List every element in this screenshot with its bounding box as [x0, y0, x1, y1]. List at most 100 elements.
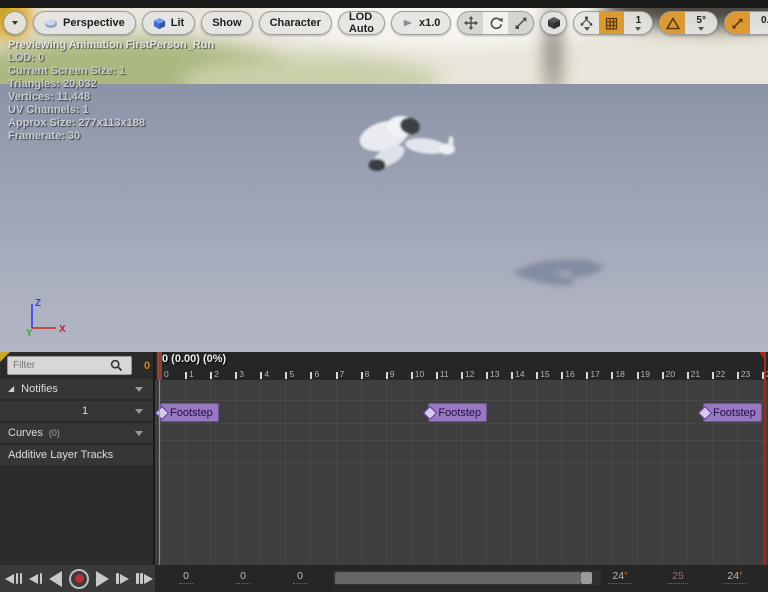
- chevron-down-icon[interactable]: [135, 387, 143, 392]
- modified-asterisk: *: [739, 570, 743, 580]
- ruler-tick: [436, 372, 438, 379]
- grid-line: [586, 380, 587, 565]
- step-forward-icon: [120, 574, 129, 584]
- perspective-button[interactable]: Perspective: [33, 11, 136, 35]
- ruler-tick-label: 22: [716, 369, 725, 379]
- step-backward-icon: [29, 574, 38, 584]
- playback-range-end-field[interactable]: 24*: [608, 570, 631, 584]
- ruler-tick: [611, 372, 613, 379]
- panel-corner-marker: [0, 8, 10, 18]
- additive-layer-tracks-header[interactable]: Additive Layer Tracks: [0, 445, 153, 465]
- rotation-snap-toggle[interactable]: [660, 12, 685, 34]
- notifies-label: Notifies: [21, 383, 58, 395]
- notify-footstep[interactable]: Footstep: [428, 403, 487, 422]
- lod-label: LOD Auto: [349, 11, 374, 35]
- surface-snap-button[interactable]: [574, 12, 599, 34]
- lod-auto-button[interactable]: LOD Auto: [338, 11, 385, 35]
- rotate-tool-button[interactable]: [483, 12, 508, 34]
- notifies-track-header[interactable]: ◢ Notifies: [0, 379, 153, 399]
- grid-icon: [605, 17, 618, 30]
- ruler-tick: [687, 372, 689, 379]
- chevron-down-icon[interactable]: [135, 431, 143, 436]
- grid-line: [762, 380, 763, 565]
- notify-label: Footstep: [170, 407, 213, 419]
- record-button[interactable]: [69, 569, 89, 589]
- step-backward-button[interactable]: [29, 573, 42, 584]
- notify-footstep[interactable]: Footstep: [160, 403, 219, 422]
- axis-gizmo: Z X Y: [18, 294, 66, 342]
- ruler-tick: [411, 372, 413, 379]
- grid-line: [411, 380, 412, 565]
- ruler-tick-label: 14: [515, 369, 524, 379]
- step-forward-button[interactable]: [116, 573, 129, 584]
- timeline-ruler[interactable]: 0 (0.00) (0%) 01234567891011121314151617…: [155, 352, 768, 380]
- grid-snap-value-button[interactable]: 1: [624, 12, 652, 34]
- playhead-line[interactable]: [159, 380, 160, 565]
- ruler-tick-label: 20: [666, 369, 675, 379]
- skip-to-start-icon: [5, 574, 14, 584]
- ruler-tick-label: 18: [615, 369, 624, 379]
- scale-snap-toggle[interactable]: [725, 12, 750, 34]
- grid-line: [310, 380, 311, 565]
- 3d-viewport[interactable]: Perspective Lit Show Character LOD Auto: [0, 8, 768, 352]
- ruler-tick: [637, 372, 639, 379]
- curves-track-header[interactable]: Curves (0): [0, 423, 153, 443]
- scrollbar-thumb[interactable]: [335, 572, 581, 584]
- playback-transport-bar: 0 0 0 24* 25 24*: [0, 565, 768, 592]
- expander-icon[interactable]: ◢: [8, 384, 14, 393]
- ruler-tick-label: 23: [741, 369, 750, 379]
- ruler-tick: [737, 372, 739, 379]
- skip-to-start-button[interactable]: [5, 573, 22, 584]
- scale-snap-value-button[interactable]: 0.25: [750, 12, 768, 34]
- ruler-tick-label: 19: [641, 369, 650, 379]
- stat-line: Vertices: 11,448: [8, 91, 214, 104]
- perspective-icon: [44, 18, 58, 29]
- notify-track-1[interactable]: 1: [0, 401, 153, 421]
- current-time-field[interactable]: 0: [236, 570, 250, 584]
- grid-line: [235, 380, 236, 565]
- grid-snap-value: 1: [636, 15, 642, 26]
- ruler-tick: [536, 372, 538, 379]
- sequence-end-flag: [759, 352, 766, 361]
- show-menu-button[interactable]: Show: [201, 11, 252, 35]
- ruler-tick-label: 16: [565, 369, 574, 379]
- ruler-tick: [386, 372, 388, 379]
- axis-y-label: Y: [26, 328, 33, 339]
- ruler-tick: [486, 372, 488, 379]
- playback-speed-button[interactable]: x1.0: [391, 11, 451, 35]
- lit-mode-button[interactable]: Lit: [142, 11, 195, 35]
- total-frames-field[interactable]: 25: [668, 570, 688, 584]
- skip-to-end-button[interactable]: [136, 573, 153, 584]
- search-icon: [110, 359, 123, 372]
- character-menu-button[interactable]: Character: [259, 11, 332, 35]
- rotation-snap-value-button[interactable]: 5°: [685, 12, 717, 34]
- surface-snap-icon: [580, 16, 593, 26]
- preview-character-mesh: [346, 102, 468, 180]
- rotate-icon: [489, 16, 503, 30]
- translate-icon: [464, 16, 478, 30]
- chevron-down-icon[interactable]: [135, 409, 143, 414]
- play-forward-button[interactable]: [96, 571, 109, 587]
- ruler-tick: [310, 372, 312, 379]
- playhead-marker[interactable]: [157, 352, 162, 380]
- current-percent-field[interactable]: 0: [293, 570, 307, 584]
- scrollbar-end-cap[interactable]: [581, 572, 592, 584]
- lit-label: Lit: [171, 17, 184, 29]
- notify-footstep[interactable]: Footstep: [703, 403, 762, 422]
- chevron-down-icon: [698, 27, 704, 31]
- coordinate-system-button[interactable]: [541, 12, 566, 34]
- timeline-scrollbar[interactable]: [333, 570, 601, 585]
- timeline-area[interactable]: 0 (0.00) (0%) 01234567891011121314151617…: [155, 352, 768, 565]
- stat-line: Framerate: 30: [8, 130, 214, 143]
- ruler-tick-label: 8: [365, 369, 370, 379]
- grid-snap-toggle[interactable]: [599, 12, 624, 34]
- translate-tool-button[interactable]: [458, 12, 483, 34]
- current-frame-field[interactable]: 0: [179, 570, 193, 584]
- speed-icon: [402, 17, 414, 29]
- ruler-tick-label: 5: [289, 369, 294, 379]
- sequence-end-frame-field[interactable]: 24*: [723, 570, 746, 584]
- notify-label: Footstep: [713, 407, 756, 419]
- curves-count: (0): [49, 428, 60, 438]
- play-reverse-button[interactable]: [49, 571, 62, 587]
- scale-tool-button[interactable]: [508, 12, 533, 34]
